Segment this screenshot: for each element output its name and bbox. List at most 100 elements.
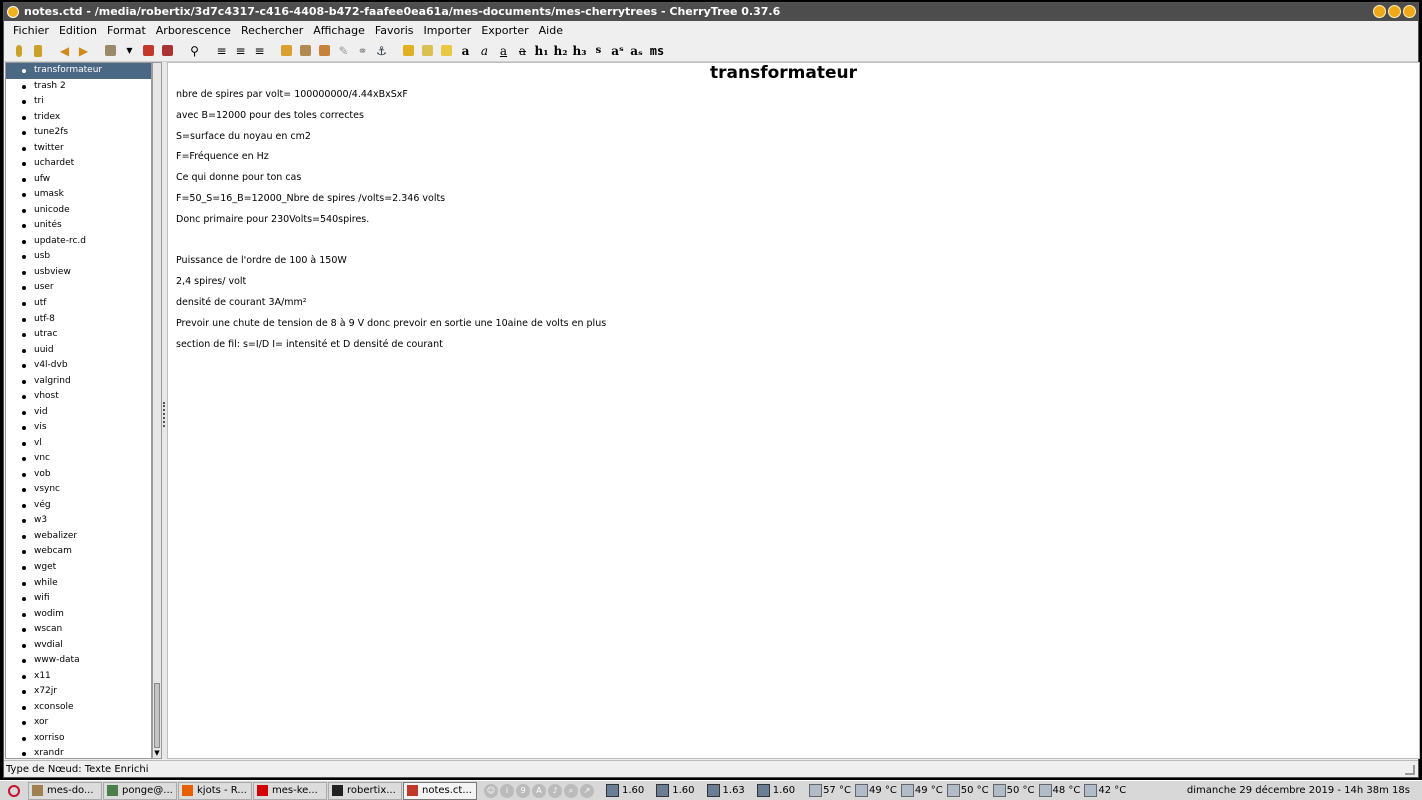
tree-node[interactable]: vl — [6, 436, 151, 452]
menu-arborescence[interactable]: Arborescence — [151, 22, 236, 40]
forward-icon[interactable]: ▶ — [74, 41, 93, 60]
superscript-button[interactable]: aˢ — [608, 41, 627, 60]
insert-anchor-icon[interactable]: ⚓ — [372, 41, 391, 60]
numbered-list-icon[interactable]: ≡ — [231, 41, 250, 60]
subscript-button[interactable]: aₛ — [627, 41, 646, 60]
tree-node[interactable]: tune2fs — [6, 125, 151, 141]
tree-node[interactable]: x72jr — [6, 684, 151, 700]
taskbar-task[interactable]: robertix... — [328, 781, 402, 800]
tree-node[interactable]: unicode — [6, 203, 151, 219]
minimize-button[interactable] — [1373, 5, 1386, 18]
tree-node[interactable]: trash 2 — [6, 79, 151, 95]
rich-text-editor[interactable]: transformateur nbre de spires par volt= … — [167, 62, 1420, 759]
tree-node[interactable]: update-rc.d — [6, 234, 151, 250]
tree-node[interactable]: utf — [6, 296, 151, 312]
dropdown-icon[interactable]: ▼ — [120, 41, 139, 60]
tree-node[interactable]: xrandr — [6, 746, 151, 758]
open-icon[interactable] — [101, 41, 120, 60]
add-node-icon[interactable] — [9, 41, 28, 60]
tree-node[interactable]: wvdial — [6, 638, 151, 654]
tree-node[interactable]: vob — [6, 467, 151, 483]
bold-button[interactable]: a — [456, 41, 475, 60]
tree-node[interactable]: while — [6, 576, 151, 592]
menu-aide[interactable]: Aide — [534, 22, 568, 40]
back-icon[interactable]: ◀ — [55, 41, 74, 60]
h3-button[interactable]: h₃ — [570, 41, 589, 60]
close-button[interactable] — [1403, 5, 1416, 18]
tree-node[interactable]: valgrind — [6, 374, 151, 390]
text-color-icon[interactable] — [399, 41, 418, 60]
strikethrough-button[interactable]: a — [513, 41, 532, 60]
node-tree[interactable]: transformateur trash 2 tri tridex tune2fs twi… — [5, 62, 152, 759]
tree-node[interactable]: w3 — [6, 513, 151, 529]
tree-node[interactable]: webalizer — [6, 529, 151, 545]
tray-icon[interactable]: i — [500, 783, 514, 798]
temperature-monitor[interactable]: 57 °C — [809, 784, 851, 797]
taskbar-task[interactable]: notes.ct... — [403, 781, 477, 800]
temperature-monitor[interactable]: 42 °C — [1084, 784, 1126, 797]
tree-node[interactable]: ufw — [6, 172, 151, 188]
highlight-icon[interactable] — [418, 41, 437, 60]
tree-scrollbar-thumb[interactable] — [154, 683, 160, 748]
menu-fichier[interactable]: Fichier — [8, 22, 54, 40]
taskbar-task[interactable]: mes-do... — [28, 781, 102, 800]
todo-list-icon[interactable]: ≡ — [250, 41, 269, 60]
tree-node[interactable]: twitter — [6, 141, 151, 157]
find-icon[interactable]: ⚲ — [185, 41, 204, 60]
maximize-button[interactable] — [1388, 5, 1401, 18]
tree-node[interactable]: xor — [6, 715, 151, 731]
tree-node[interactable]: webcam — [6, 544, 151, 560]
clock[interactable]: dimanche 29 décembre 2019 - 14h 38m 18s — [1187, 785, 1422, 796]
small-button[interactable]: s — [589, 41, 608, 60]
monospace-button[interactable]: ms — [646, 41, 668, 60]
h2-button[interactable]: h₂ — [551, 41, 570, 60]
tray-icon[interactable]: ☺ — [484, 783, 498, 798]
print-icon[interactable] — [158, 41, 177, 60]
tray-icon[interactable]: A — [532, 783, 546, 798]
menu-exporter[interactable]: Exporter — [476, 22, 533, 40]
tree-node[interactable]: wodim — [6, 607, 151, 623]
resize-grip-icon[interactable] — [1405, 765, 1415, 775]
clear-format-icon[interactable] — [437, 41, 456, 60]
taskbar-task[interactable]: mes-ke... — [253, 781, 327, 800]
tree-node[interactable]: unités — [6, 218, 151, 234]
title-bar[interactable]: notes.ctd - /media/robertix/3d7c4317-c41… — [4, 3, 1418, 21]
tree-node[interactable]: vid — [6, 405, 151, 421]
tree-node[interactable]: transformateur — [6, 63, 151, 79]
editor-content[interactable]: nbre de spires par volt= 100000000/4.44x… — [168, 85, 1419, 355]
tree-node[interactable]: v4l-dvb — [6, 358, 151, 374]
tree-node[interactable]: usbview — [6, 265, 151, 281]
cpu-load-monitor[interactable]: 1.60 — [600, 784, 650, 797]
bullet-list-icon[interactable]: ≡ — [212, 41, 231, 60]
tree-node[interactable]: vnc — [6, 451, 151, 467]
insert-file-icon[interactable]: ✎ — [334, 41, 353, 60]
tree-node[interactable]: vég — [6, 498, 151, 514]
tree-node[interactable]: vsync — [6, 482, 151, 498]
scroll-down-arrow-icon[interactable]: ▼ — [153, 749, 161, 758]
tree-node[interactable]: utf-8 — [6, 312, 151, 328]
insert-table-icon[interactable] — [296, 41, 315, 60]
tree-node[interactable]: tri — [6, 94, 151, 110]
start-button[interactable] — [0, 781, 28, 800]
tree-scrollbar[interactable]: ▼ — [152, 62, 162, 759]
cpu-load-monitor[interactable]: 1.60 — [650, 784, 700, 797]
add-subnode-icon[interactable] — [28, 41, 47, 60]
tree-node[interactable]: uchardet — [6, 156, 151, 172]
temperature-monitor[interactable]: 48 °C — [1038, 784, 1080, 797]
insert-codebox-icon[interactable] — [315, 41, 334, 60]
tree-node[interactable]: uuid — [6, 343, 151, 359]
tree-node[interactable]: vis — [6, 420, 151, 436]
menu-favoris[interactable]: Favoris — [370, 22, 419, 40]
temperature-monitor[interactable]: 49 °C — [900, 784, 943, 797]
menu-rechercher[interactable]: Rechercher — [236, 22, 308, 40]
cpu-load-monitor[interactable]: 1.60 — [751, 784, 801, 797]
export-pdf-icon[interactable] — [139, 41, 158, 60]
tree-node[interactable]: wget — [6, 560, 151, 576]
h1-button[interactable]: h₁ — [532, 41, 551, 60]
italic-button[interactable]: a — [475, 41, 494, 60]
insert-image-icon[interactable] — [277, 41, 296, 60]
cpu-load-monitor[interactable]: 1.63 — [701, 784, 751, 797]
tree-node[interactable]: utrac — [6, 327, 151, 343]
tray-icon[interactable]: 9 — [516, 783, 530, 798]
splitter-grip-icon[interactable] — [163, 402, 165, 427]
